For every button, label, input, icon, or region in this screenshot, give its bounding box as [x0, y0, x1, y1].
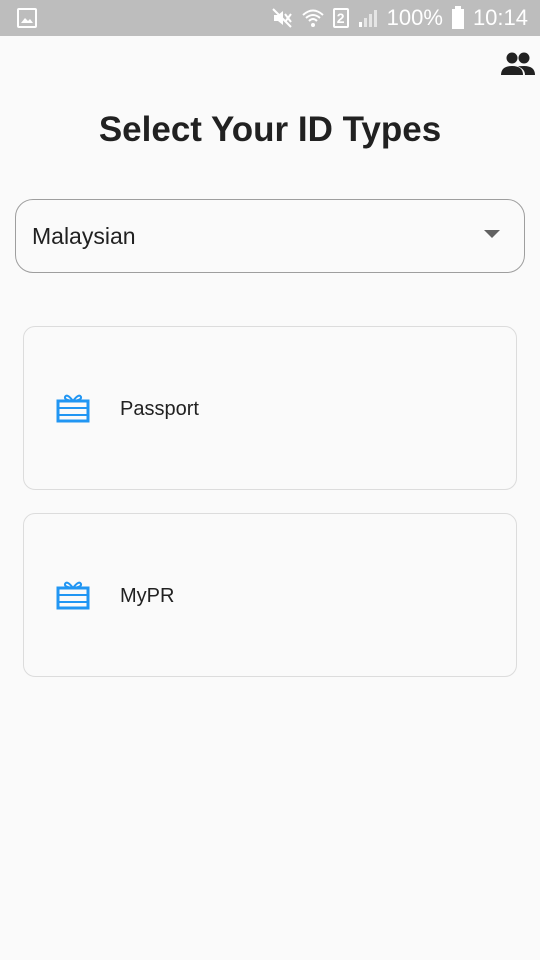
mute-icon [271, 8, 292, 28]
battery-percent: 100% [386, 5, 443, 30]
id-type-card-mypr[interactable]: MyPR [23, 513, 517, 677]
page-title: Select Your ID Types [98, 110, 442, 149]
dropdown-selected-value: Malaysian [32, 222, 136, 249]
dropdown-arrow-icon [484, 230, 500, 238]
gallery-notification-icon [17, 8, 37, 28]
id-card-icon [56, 394, 90, 423]
signal-icon [358, 10, 377, 27]
id-type-label: Passport [120, 397, 199, 420]
status-bar: 2 100% 10:14 [0, 0, 540, 36]
status-icons: 2 100% 10:14 [271, 0, 528, 36]
people-icon [501, 52, 535, 75]
battery-icon [451, 6, 464, 29]
sim-slot-badge: 2 [332, 8, 349, 28]
id-card-icon [56, 581, 90, 610]
id-type-card-passport[interactable]: Passport [23, 326, 517, 490]
nationality-dropdown[interactable]: Malaysian [15, 199, 525, 273]
id-type-label: MyPR [120, 584, 175, 607]
wifi-icon [301, 9, 324, 27]
people-button[interactable] [500, 48, 536, 80]
clock: 10:14 [472, 5, 528, 30]
